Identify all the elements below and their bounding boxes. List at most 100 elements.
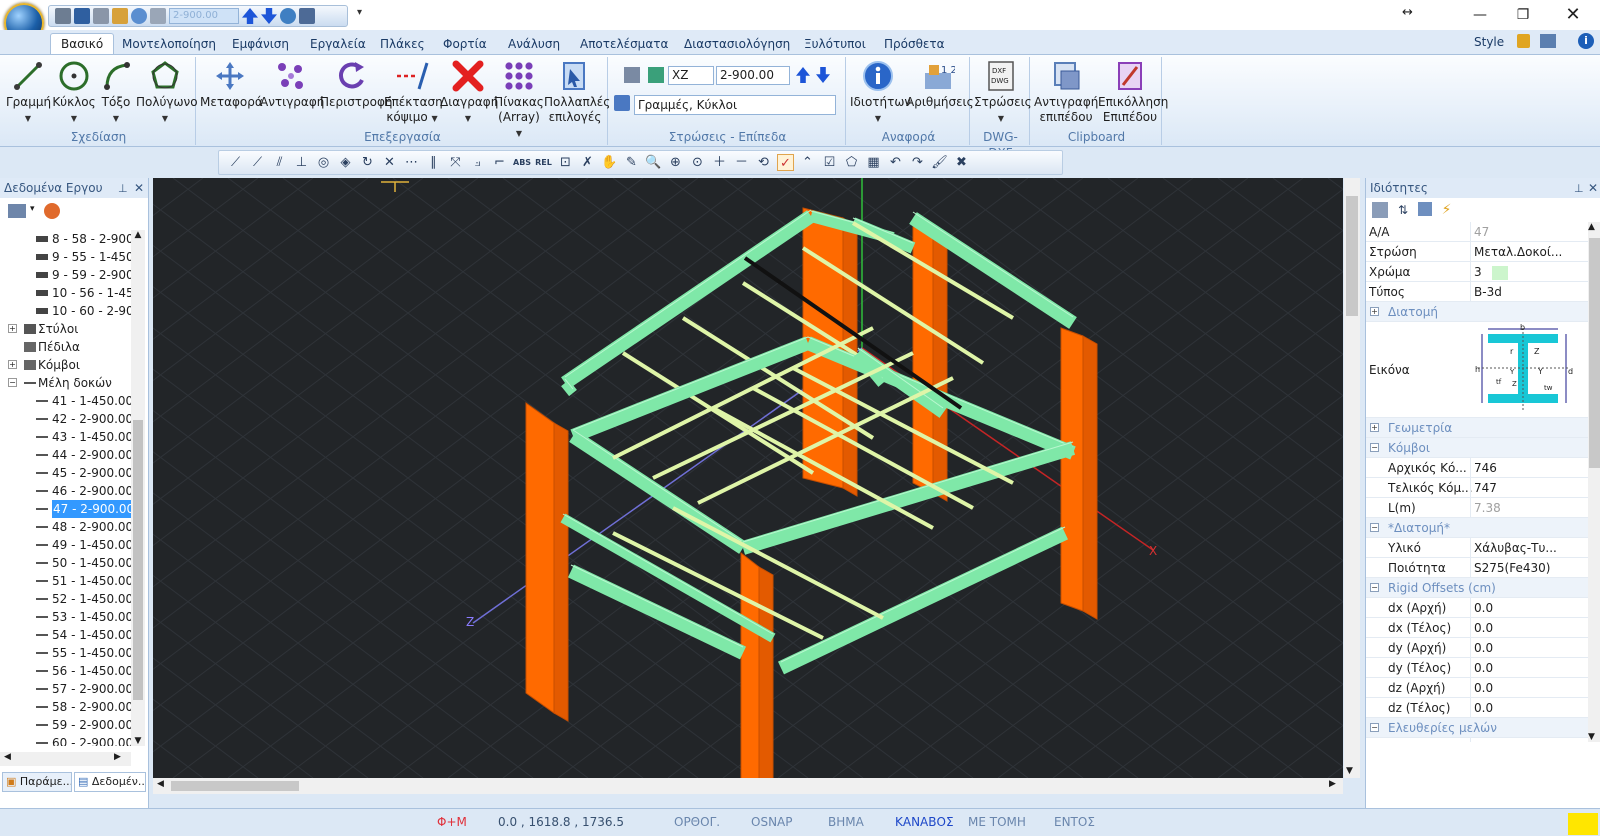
tab-project-data[interactable]: ▤ Δεδομέν... xyxy=(74,772,146,792)
scroll-up-icon[interactable]: ▲ xyxy=(1588,222,1595,232)
window-list-icon[interactable] xyxy=(1540,34,1556,48)
snap-node-icon[interactable]: ⟓ xyxy=(469,154,486,171)
tab-design[interactable]: Διαστασιολόγηση xyxy=(674,34,800,55)
tree-item-col[interactable]: + Στύλοι xyxy=(0,320,131,338)
layers-icon[interactable] xyxy=(150,8,166,24)
pin-icon[interactable]: ⊥ xyxy=(1574,179,1584,199)
rel-icon[interactable]: REL xyxy=(535,154,552,171)
property-row[interactable]: Υλικό Χάλυβας-Τυ... xyxy=(1366,538,1588,558)
panel-close-icon[interactable]: ✕ xyxy=(1588,178,1598,198)
circle-button[interactable]: Κύκλος ▼ xyxy=(52,59,96,126)
tree-item-beam-member[interactable]: 55 - 1-450.00 xyxy=(0,644,131,662)
shape-icon[interactable]: ⬠ xyxy=(843,154,860,171)
column[interactable] xyxy=(740,551,760,778)
tab-parameters[interactable]: ▣ Παράμε... xyxy=(2,772,72,792)
property-row[interactable]: Στρώση Μεταλ.Δοκοί... xyxy=(1366,242,1588,262)
redo-icon[interactable]: ↷ xyxy=(909,154,926,171)
scroll-thumb[interactable] xyxy=(1589,238,1600,468)
snap-midpoint-icon[interactable]: ⫽ xyxy=(271,154,288,171)
cancel-icon[interactable]: ✖ xyxy=(953,154,970,171)
zoom-icon[interactable]: 🔍 xyxy=(645,154,662,171)
property-value[interactable]: 3 xyxy=(1470,262,1588,282)
scroll-down-icon[interactable]: ▼ xyxy=(1588,732,1595,742)
property-category[interactable]: − Rigid Offsets (cm) xyxy=(1366,578,1588,598)
status-grid[interactable]: ΚΑΝΑΒΟΣ xyxy=(895,815,954,829)
tab-formwork[interactable]: Ξυλότυποι xyxy=(794,34,876,55)
tree-item-beam-member[interactable]: 54 - 1-450.00 xyxy=(0,626,131,644)
expand-toggle-icon[interactable]: − xyxy=(1370,723,1379,732)
globe-icon[interactable] xyxy=(280,8,296,24)
snap-tangent-icon[interactable]: ↻ xyxy=(359,154,376,171)
property-value[interactable]: S275(Fe430) xyxy=(1470,558,1588,578)
snap-parallel-icon[interactable]: ∥ xyxy=(425,154,442,171)
column-side[interactable] xyxy=(758,566,774,778)
property-value[interactable]: 0.0 xyxy=(1470,678,1588,698)
tab-results[interactable]: Αποτελέσματα xyxy=(570,34,678,55)
status-step[interactable]: ΒΗΜΑ xyxy=(828,815,864,829)
properties-report-button[interactable]: Ιδιοτήτων ▼ xyxy=(850,59,911,126)
zoom-window-icon[interactable]: ⊕ xyxy=(667,154,684,171)
tree-item-beam-member[interactable]: 47 - 2-900.00 xyxy=(0,500,131,518)
line-button[interactable]: Γραμμή ▼ xyxy=(6,59,51,126)
scroll-left-icon[interactable]: ◀ xyxy=(4,752,11,762)
snap-corner-icon[interactable]: ⌐ xyxy=(491,154,508,171)
level-down-icon[interactable] xyxy=(261,8,277,24)
tree-item-beam-member[interactable]: 44 - 2-900.00 xyxy=(0,446,131,464)
tab-addons[interactable]: Πρόσθετα xyxy=(874,34,955,55)
tree-item-beam-member[interactable]: 50 - 1-450.00 xyxy=(0,554,131,572)
property-value[interactable]: 0.0 xyxy=(1470,638,1588,658)
qat-customize-icon[interactable]: ▾ xyxy=(357,7,362,18)
expand-toggle-icon[interactable]: − xyxy=(1370,523,1379,532)
snap-extension-icon[interactable]: ⋯ xyxy=(403,154,420,171)
secondary-beam[interactable] xyxy=(612,531,824,640)
style-menu[interactable]: Style xyxy=(1474,35,1504,49)
status-with-section[interactable]: ΜΕ ΤΟΜΗ xyxy=(968,815,1026,829)
abs-icon[interactable]: ABS xyxy=(513,154,531,171)
property-value[interactable]: Χάλυβας-Τυ... xyxy=(1470,538,1588,558)
checklist-icon[interactable]: ☑ xyxy=(821,154,838,171)
polygon-button[interactable]: Πολύγωνο ▼ xyxy=(136,59,198,126)
arc-button[interactable]: Τόξο ▼ xyxy=(96,59,136,126)
tree-scrollbar[interactable]: ▲ ▼ xyxy=(131,230,145,746)
status-ortho[interactable]: ΟΡΘΟΓ. xyxy=(674,815,720,829)
property-row[interactable]: N (Αρχή) xyxy=(1366,738,1588,742)
level-down-icon[interactable] xyxy=(816,67,830,83)
tree-item-node[interactable]: + Κόμβοι xyxy=(0,356,131,374)
tree-item-slab[interactable]: 9 - 59 - 2-900 xyxy=(0,266,131,284)
property-category[interactable]: + Διατομή xyxy=(1366,302,1588,322)
column[interactable] xyxy=(525,402,555,714)
scroll-right-icon[interactable]: ▶ xyxy=(1329,779,1336,789)
property-value[interactable]: Μεταλ.Δοκοί... xyxy=(1470,242,1588,262)
tree-item-beam[interactable]: − Μέλη δοκών xyxy=(0,374,131,392)
scroll-up-icon[interactable]: ▲ xyxy=(131,230,145,240)
expand-toggle-icon[interactable]: + xyxy=(1370,307,1379,316)
events-icon[interactable]: ⚡ xyxy=(1438,202,1455,219)
tree-item-beam-member[interactable]: 48 - 2-900.00 xyxy=(0,518,131,536)
snap-endpoint-icon[interactable]: ⟋ xyxy=(249,154,266,171)
paste-level-button[interactable]: Επικόλληση Επιπέδου xyxy=(1098,59,1168,125)
expand-toggle-icon[interactable]: − xyxy=(1370,443,1379,452)
delete-button[interactable]: Διαγραφή ▼ xyxy=(440,59,498,126)
tree-item-beam-member[interactable]: 41 - 1-450.00 xyxy=(0,392,131,410)
plane-select[interactable]: XZ xyxy=(668,66,714,85)
tree-item-slab[interactable]: 10 - 60 - 2-90 xyxy=(0,302,131,320)
tree-item-beam-member[interactable]: 57 - 2-900.00 xyxy=(0,680,131,698)
tree-item-beam-member[interactable]: 56 - 1-450.00 xyxy=(0,662,131,680)
multi-select-button[interactable]: Πολλαπλές επιλογές xyxy=(544,59,610,125)
tab-modeling[interactable]: Μοντελοποίηση xyxy=(112,34,226,55)
level-up-icon[interactable] xyxy=(242,8,258,24)
tree-item-beam-member[interactable]: 53 - 1-450.00 xyxy=(0,608,131,626)
scroll-thumb[interactable] xyxy=(1346,196,1358,316)
help-icon[interactable]: i xyxy=(1578,33,1594,49)
tree-view-icon[interactable] xyxy=(8,204,26,218)
layer-select[interactable]: Γραμμές, Κύκλοι xyxy=(634,95,836,115)
snap-perpendicular-icon[interactable]: ⊥ xyxy=(293,154,310,171)
tree-item-slab[interactable]: 10 - 56 - 1-45 xyxy=(0,284,131,302)
tab-view[interactable]: Εμφάνιση xyxy=(222,34,299,55)
column-side[interactable] xyxy=(1082,335,1098,620)
snap-apparent-icon[interactable]: ⤧ xyxy=(447,154,464,171)
property-row[interactable]: Α/Α 47 xyxy=(1366,222,1588,242)
property-value[interactable]: 0.0 xyxy=(1470,698,1588,718)
expand-toggle-icon[interactable]: + xyxy=(1370,423,1379,432)
tab-loads[interactable]: Φορτία xyxy=(433,34,497,55)
